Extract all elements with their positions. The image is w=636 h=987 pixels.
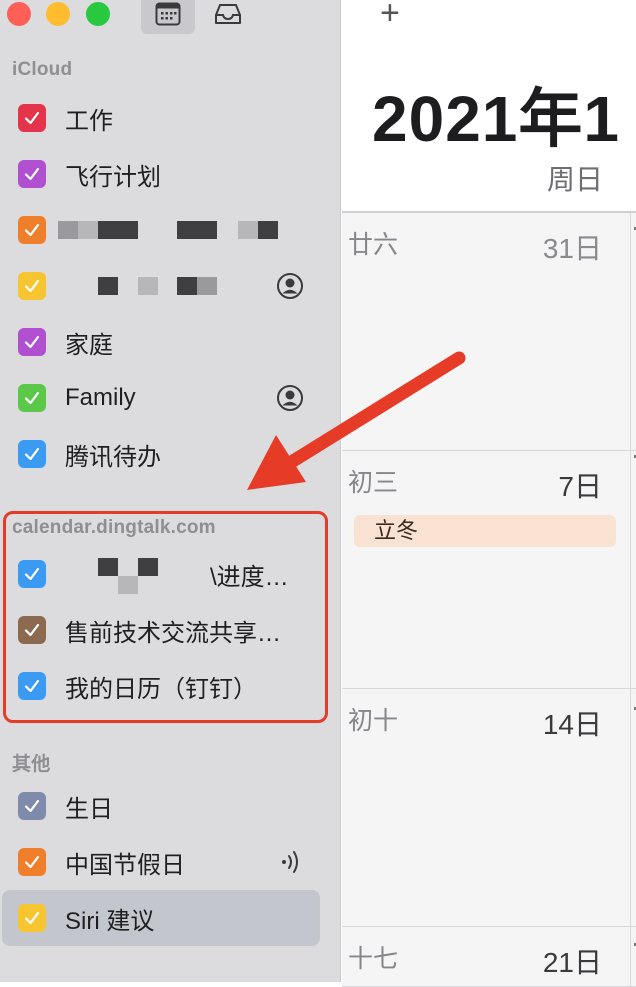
calendar-item-work[interactable]: 工作 — [0, 94, 341, 142]
dingtalk-highlight-box — [3, 511, 328, 723]
calendar-list-toggle-button[interactable] — [141, 0, 195, 34]
calendar-label: 家庭 — [65, 331, 113, 359]
calendar-item-family[interactable]: Family — [0, 374, 341, 422]
calendar-label: 工作 — [65, 107, 113, 135]
checkmark-icon — [24, 335, 40, 349]
calendar-label: Siri 建议 — [65, 907, 155, 935]
sidebar: iCloud 工作 飞行计划 家庭 Family 腾讯待办 calendar.d… — [0, 0, 341, 982]
day-number: 31日 — [542, 233, 602, 264]
lunar-date: 廿六 — [348, 231, 399, 259]
section-title-icloud: iCloud — [12, 59, 73, 80]
lunar-date: 初十 — [348, 707, 399, 735]
calendar-item-birthdays[interactable]: 生日 — [0, 782, 341, 830]
calendar-main: + 2021年1 周日 廿六 31日 初三 7日 立冬 初十 14日 十七 21… — [342, 0, 636, 987]
calendar-checkbox[interactable] — [18, 848, 46, 876]
calendar-checkbox[interactable] — [18, 216, 46, 244]
calendar-item-redacted-2[interactable] — [0, 262, 341, 310]
holiday-event[interactable]: 立冬 — [354, 515, 616, 547]
inbox-tray-icon — [215, 4, 241, 24]
calendar-checkbox[interactable] — [18, 440, 46, 468]
checkmark-icon — [24, 167, 40, 181]
calendar-label: 飞行计划 — [65, 163, 161, 191]
checkmark-icon — [24, 391, 40, 405]
day-cell[interactable]: 初十 14日 — [342, 689, 636, 927]
calendar-label: Family — [65, 384, 136, 411]
lunar-date: 十七 — [348, 945, 399, 973]
calendar-item-redacted-1[interactable] — [0, 206, 341, 254]
close-window-button[interactable] — [7, 2, 31, 26]
add-event-button[interactable]: + — [380, 0, 400, 33]
checkmark-icon — [24, 111, 40, 125]
section-title-other: 其他 — [12, 754, 51, 775]
calendar-checkbox[interactable] — [18, 328, 46, 356]
month-title: 2021年1 — [372, 83, 620, 155]
calendar-checkbox[interactable] — [18, 384, 46, 412]
calendar-checkbox[interactable] — [18, 792, 46, 820]
checkmark-icon — [24, 855, 40, 869]
checkmark-icon — [24, 911, 40, 925]
weekday-header-sunday: 周日 — [547, 164, 604, 195]
calendar-checkbox[interactable] — [18, 104, 46, 132]
shared-person-icon[interactable] — [275, 383, 305, 413]
checkmark-icon — [24, 447, 40, 461]
calendar-item-siri-suggestions[interactable]: Siri 建议 — [2, 890, 320, 946]
calendar-checkbox[interactable] — [18, 904, 46, 932]
calendar-checkbox[interactable] — [18, 272, 46, 300]
zoom-window-button[interactable] — [86, 2, 110, 26]
calendar-checkbox[interactable] — [18, 160, 46, 188]
calendar-label: 腾讯待办 — [65, 443, 161, 471]
calendar-icon — [155, 2, 181, 26]
checkmark-icon — [24, 223, 40, 237]
day-cell[interactable]: 十七 21日 — [342, 927, 636, 987]
calendar-item-tencent-todo[interactable]: 腾讯待办 — [0, 430, 341, 478]
calendar-item-china-holidays[interactable]: 中国节假日 — [0, 838, 341, 886]
calendar-label: 中国节假日 — [65, 851, 185, 879]
day-cell[interactable]: 初三 7日 立冬 — [342, 451, 636, 689]
inbox-button[interactable] — [201, 0, 255, 34]
shared-person-icon[interactable] — [275, 271, 305, 301]
checkmark-icon — [24, 279, 40, 293]
day-number: 21日 — [542, 947, 602, 978]
calendar-item-flight-plan[interactable]: 飞行计划 — [0, 150, 341, 198]
checkmark-icon — [24, 799, 40, 813]
day-number: 14日 — [542, 709, 602, 740]
calendar-item-home[interactable]: 家庭 — [0, 318, 341, 366]
calendar-label: 生日 — [65, 795, 113, 823]
lunar-date: 初三 — [348, 469, 399, 497]
minimize-window-button[interactable] — [46, 2, 70, 26]
day-cell[interactable]: 廿六 31日 — [342, 213, 636, 451]
day-number: 7日 — [558, 471, 602, 502]
subscription-broadcast-icon[interactable] — [275, 847, 305, 877]
